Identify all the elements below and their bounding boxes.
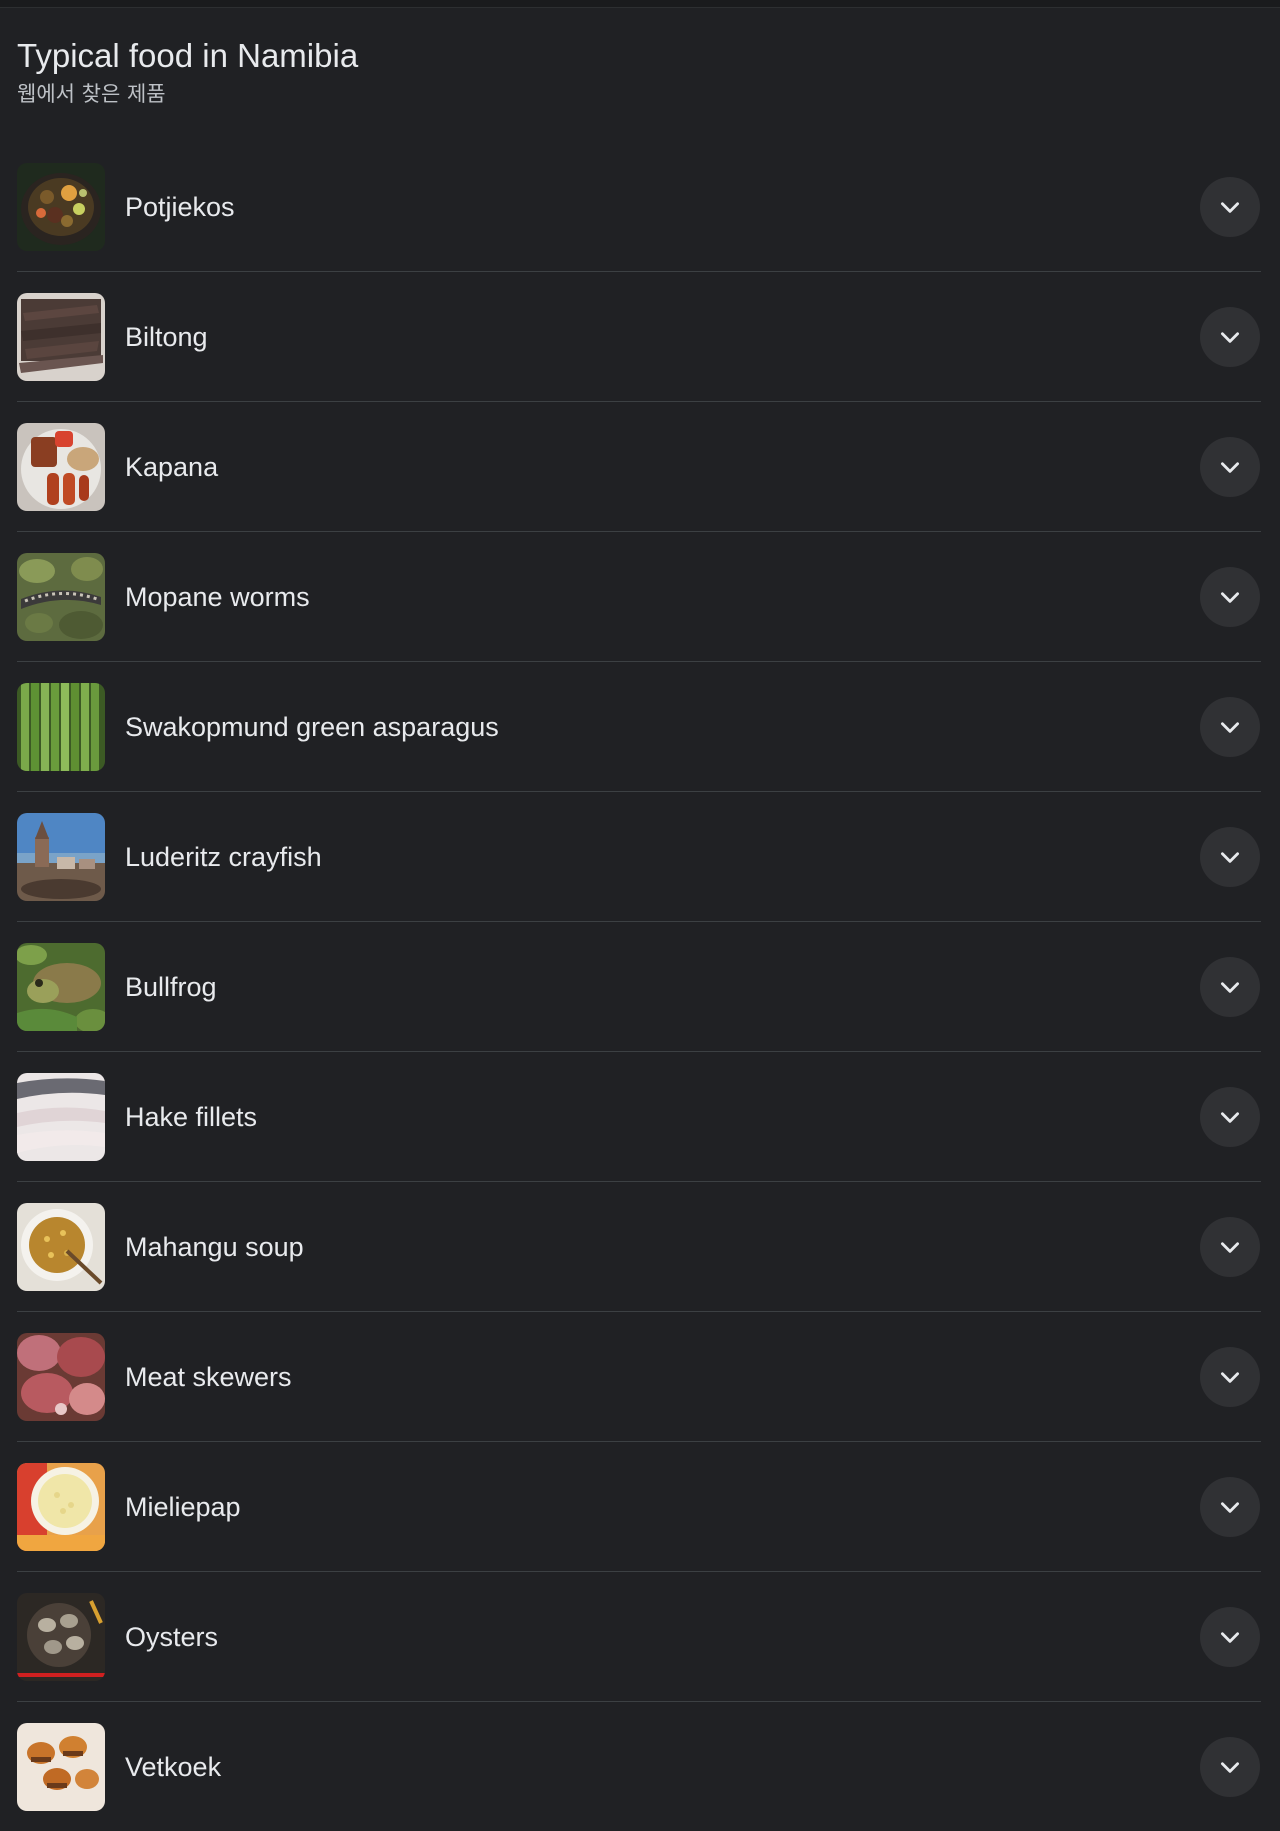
expand-button[interactable] — [1200, 1736, 1260, 1797]
raw-meat-photo-icon — [17, 1332, 105, 1421]
dried-meat-photo-icon — [17, 292, 105, 381]
list-item-label: Mieliepap — [125, 1491, 241, 1522]
list-item[interactable]: Mahangu soup — [17, 1182, 1261, 1312]
list-item[interactable]: Biltong — [17, 272, 1261, 402]
list-item[interactable]: Hake fillets — [17, 1052, 1261, 1182]
list-item[interactable]: Vetkoek — [17, 1702, 1261, 1831]
chevron-down-icon — [1221, 851, 1239, 863]
list-item-label: Luderitz crayfish — [125, 841, 322, 872]
card-header: Typical food in Namibia 웹에서 찾은 제품 — [17, 36, 358, 108]
fish-fillet-photo-icon — [17, 1072, 105, 1161]
expand-button[interactable] — [1200, 1606, 1260, 1667]
list-item[interactable]: Mieliepap — [17, 1442, 1261, 1572]
list-item[interactable]: Meat skewers — [17, 1312, 1261, 1442]
maize-porridge-photo-icon — [17, 1462, 105, 1551]
expand-button[interactable] — [1200, 1216, 1260, 1277]
list-item-label: Swakopmund green asparagus — [125, 711, 499, 742]
list-item-label: Mahangu soup — [125, 1231, 304, 1262]
list-item[interactable]: Kapana — [17, 402, 1261, 532]
chevron-down-icon — [1221, 1111, 1239, 1123]
chevron-down-icon — [1221, 1761, 1239, 1773]
chevron-down-icon — [1221, 591, 1239, 603]
stew-pot-photo-icon — [17, 162, 105, 251]
expand-button[interactable] — [1200, 1346, 1260, 1407]
list-item[interactable]: Bullfrog — [17, 922, 1261, 1052]
expand-button[interactable] — [1200, 696, 1260, 757]
list-item-label: Meat skewers — [125, 1361, 292, 1392]
expand-button[interactable] — [1200, 956, 1260, 1017]
expand-button[interactable] — [1200, 436, 1260, 497]
food-list: Potjiekos Biltong Kapana Mopane worms Sw… — [17, 142, 1261, 1831]
list-item-label: Mopane worms — [125, 581, 310, 612]
chevron-down-icon — [1221, 201, 1239, 213]
list-item[interactable]: Swakopmund green asparagus — [17, 662, 1261, 792]
list-item[interactable]: Potjiekos — [17, 142, 1261, 272]
chevron-down-icon — [1221, 721, 1239, 733]
bullfrog-photo-icon — [17, 942, 105, 1031]
top-divider — [0, 0, 1280, 8]
expand-button[interactable] — [1200, 176, 1260, 237]
soup-bowl-photo-icon — [17, 1202, 105, 1291]
list-item[interactable]: Luderitz crayfish — [17, 792, 1261, 922]
asparagus-photo-icon — [17, 682, 105, 771]
expand-button[interactable] — [1200, 1476, 1260, 1537]
fried-dough-photo-icon — [17, 1722, 105, 1811]
chevron-down-icon — [1221, 1241, 1239, 1253]
chevron-down-icon — [1221, 461, 1239, 473]
chevron-down-icon — [1221, 1371, 1239, 1383]
chevron-down-icon — [1221, 1631, 1239, 1643]
list-item-label: Vetkoek — [125, 1751, 222, 1782]
chevron-down-icon — [1221, 331, 1239, 343]
list-item-label: Bullfrog — [125, 971, 217, 1002]
expand-button[interactable] — [1200, 1086, 1260, 1147]
card-subtitle: 웹에서 찾은 제품 — [17, 82, 166, 106]
expand-button[interactable] — [1200, 826, 1260, 887]
oysters-photo-icon — [17, 1592, 105, 1681]
caterpillar-photo-icon — [17, 552, 105, 641]
chevron-down-icon — [1221, 981, 1239, 993]
list-item-label: Hake fillets — [125, 1101, 258, 1132]
list-item[interactable]: Mopane worms — [17, 532, 1261, 662]
list-item[interactable]: Oysters — [17, 1572, 1261, 1702]
town-coast-photo-icon — [17, 812, 105, 901]
expand-button[interactable] — [1200, 566, 1260, 627]
list-item-label: Kapana — [125, 451, 219, 482]
expand-button[interactable] — [1200, 306, 1260, 367]
list-item-label: Oysters — [125, 1621, 219, 1652]
grilled-meat-plate-photo-icon — [17, 422, 105, 511]
chevron-down-icon — [1221, 1501, 1239, 1513]
list-item-label: Potjiekos — [125, 191, 235, 222]
list-item-label: Biltong — [125, 321, 208, 352]
card-title: Typical food in Namibia — [17, 37, 359, 74]
